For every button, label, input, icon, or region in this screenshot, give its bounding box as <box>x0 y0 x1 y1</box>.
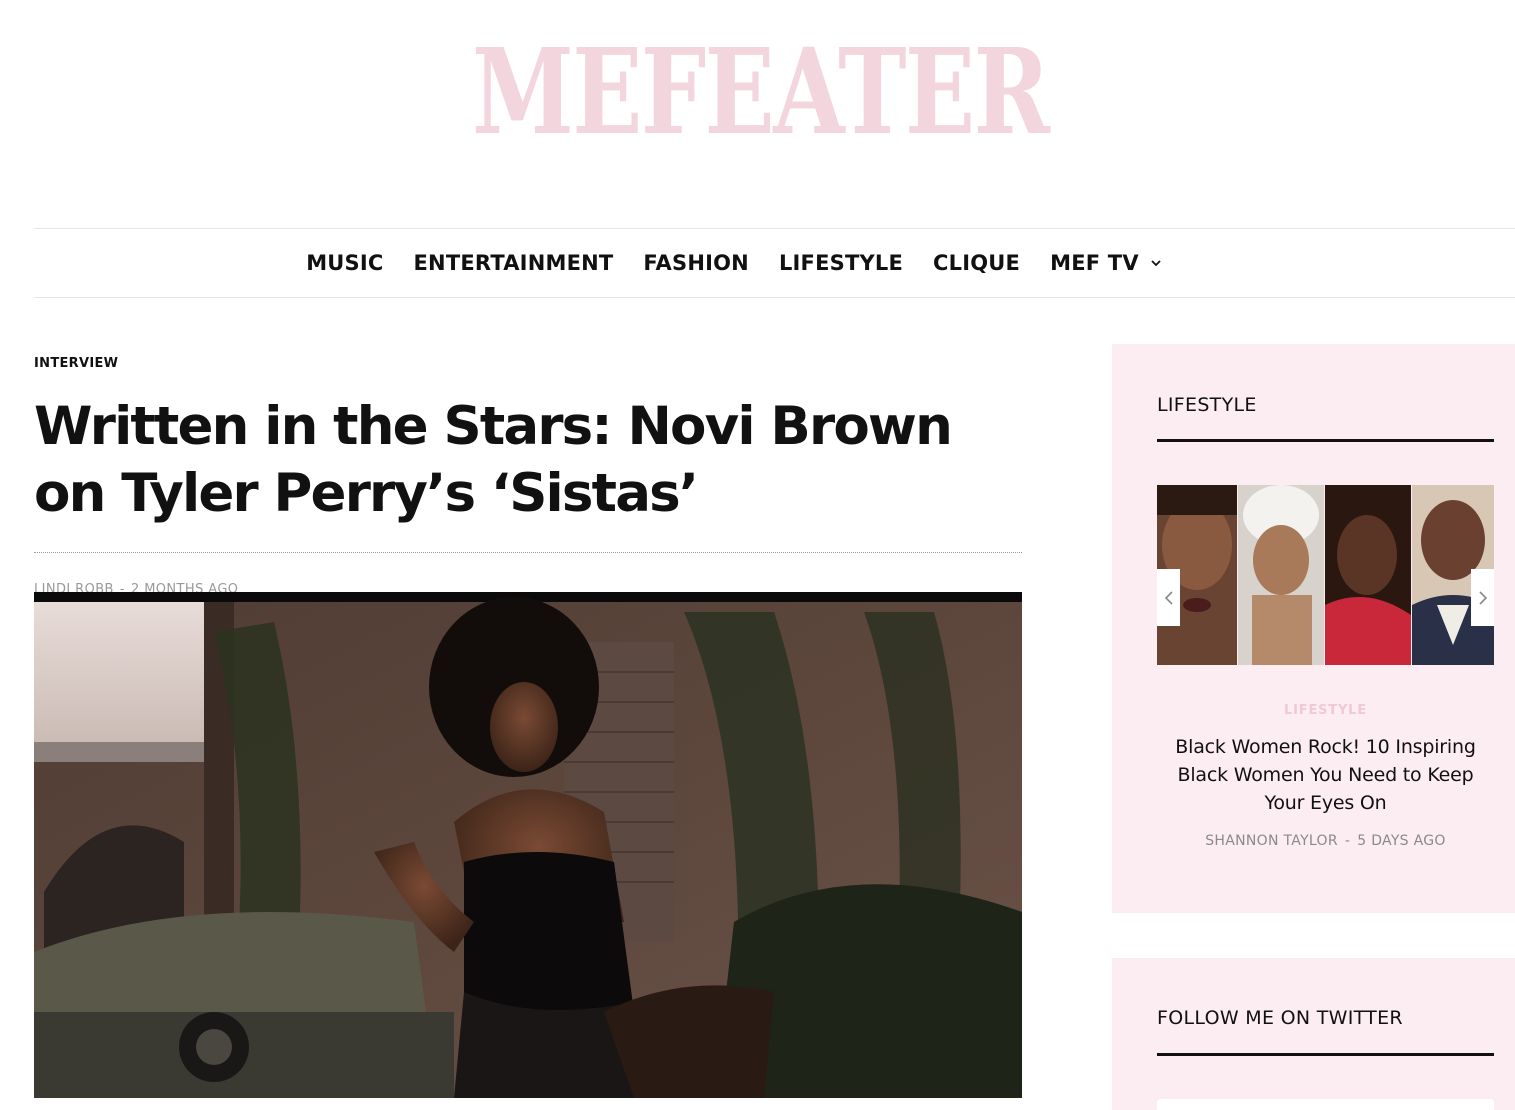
carousel-prev-button[interactable] <box>1157 569 1180 626</box>
lifestyle-widget: LIFESTYLE LIFESTYLE Black Women Rock! 10… <box>1112 344 1515 913</box>
hero-image <box>34 592 1022 1098</box>
widget-divider <box>1157 439 1494 442</box>
twitter-embed[interactable] <box>1157 1099 1494 1110</box>
lifestyle-widget-heading: LIFESTYLE <box>1157 394 1257 416</box>
twitter-widget-heading: FOLLOW ME ON TWITTER <box>1157 1007 1403 1029</box>
post-meta: SHANNON TAYLOR -5 DAYS AGO <box>1112 833 1515 849</box>
nav-item-mef-tv[interactable]: MEF TV <box>1050 251 1163 275</box>
post-date: 5 DAYS AGO <box>1357 833 1446 849</box>
nav-item-music[interactable]: MUSIC <box>306 251 383 275</box>
widget-divider <box>1157 1053 1494 1056</box>
post-thumbnail[interactable] <box>1157 485 1494 665</box>
chevron-left-icon <box>1164 590 1173 605</box>
twitter-widget: FOLLOW ME ON TWITTER <box>1112 958 1515 1110</box>
title-divider <box>34 552 1022 553</box>
post-category[interactable]: LIFESTYLE <box>1112 703 1515 718</box>
nav-item-fashion[interactable]: FASHION <box>643 251 749 275</box>
main-nav: MUSIC ENTERTAINMENT FASHION LIFESTYLE CL… <box>34 228 1515 298</box>
nav-item-entertainment[interactable]: ENTERTAINMENT <box>414 251 614 275</box>
nav-item-lifestyle[interactable]: LIFESTYLE <box>779 251 903 275</box>
post-meta-separator: - <box>1344 833 1351 849</box>
carousel-next-button[interactable] <box>1471 569 1494 626</box>
nav-item-clique[interactable]: CLIQUE <box>933 251 1020 275</box>
post-author[interactable]: SHANNON TAYLOR <box>1205 833 1338 849</box>
site-logo[interactable]: MEFEATER <box>169 22 1351 162</box>
post-title[interactable]: Black Women Rock! 10 Inspiring Black Wom… <box>1174 733 1477 817</box>
nav-item-mef-tv-label: MEF TV <box>1050 251 1139 275</box>
article-header: INTERVIEW Written in the Stars: Novi Bro… <box>34 344 1022 594</box>
chevron-down-icon[interactable] <box>1149 256 1163 270</box>
chevron-right-icon <box>1478 590 1487 605</box>
article-category[interactable]: INTERVIEW <box>34 356 1022 371</box>
article-title: Written in the Stars: Novi Brown on Tyle… <box>34 396 953 524</box>
